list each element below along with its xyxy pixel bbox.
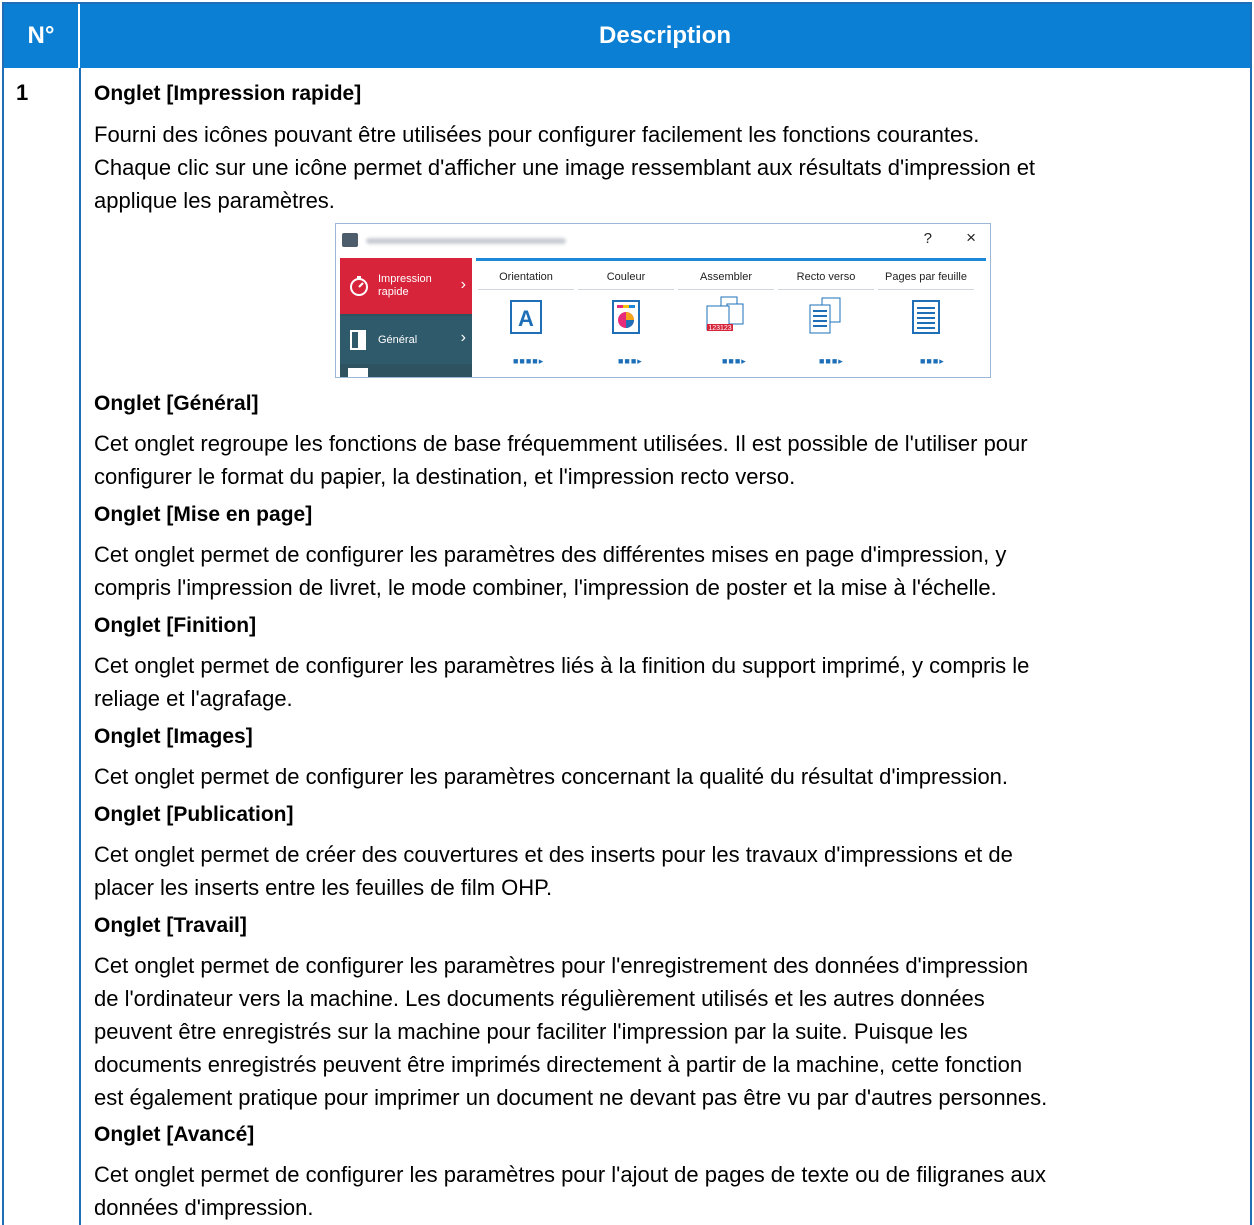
section-title: Onglet [Avancé] (94, 1123, 255, 1146)
option-recto-verso[interactable]: Recto verso (776, 271, 876, 340)
svg-text:123123: 123123 (708, 325, 731, 332)
sidebar-item-general[interactable]: Général › (340, 316, 472, 364)
sidebar-item-label: Général (378, 334, 418, 346)
section-title: Onglet [Images] (94, 725, 253, 748)
window-title-blurred (366, 238, 566, 244)
option-separator (778, 289, 874, 290)
section-line: Cet onglet permet de configurer les para… (94, 542, 1007, 567)
column-divider (79, 68, 81, 1225)
row-number: 1 (16, 80, 29, 105)
section-title: Onglet [Impression rapide] (94, 82, 362, 105)
quick-print-panel: Orientation A Couleur Assembler 123123 R… (476, 258, 986, 377)
option-label: Orientation (499, 271, 553, 283)
printer-icon (342, 233, 358, 247)
pages-per-sheet-icon (912, 300, 940, 334)
option-separator (478, 289, 574, 290)
option-separator (578, 289, 674, 290)
section-line: peuvent être enregistrés sur la machine … (94, 1019, 968, 1044)
carousel-dots-icon: ■■■▸ (819, 356, 844, 366)
section-line: compris l'impression de livret, le mode … (94, 575, 997, 600)
section-line: Cet onglet permet de configurer les para… (94, 1162, 1046, 1187)
option-label: Pages par feuille (885, 271, 967, 283)
section-line: reliage et l'agrafage. (94, 686, 293, 711)
close-button[interactable]: × (966, 228, 976, 248)
chevron-right-icon: › (460, 329, 466, 346)
option-label: Couleur (606, 271, 646, 283)
header-description: Description (598, 22, 732, 49)
sidebar-item-label: Impression rapide (378, 273, 432, 298)
window-titlebar: ? × (336, 224, 990, 258)
option-couleur[interactable]: Couleur (576, 271, 676, 339)
section-line: Cet onglet regroupe les fonctions de bas… (94, 431, 1028, 456)
duplex-icon (809, 297, 841, 334)
driver-screenshot: ? × Impression rapide › Général › Orient… (335, 223, 991, 378)
section-line: est également pratique pour imprimer un … (94, 1085, 1048, 1110)
carousel-dots-icon: ■■■■▸ (513, 356, 545, 366)
section-title: Onglet [Finition] (94, 614, 257, 637)
color-page-icon (612, 300, 640, 334)
section-line: placer les inserts entre les feuilles de… (94, 875, 553, 900)
page-icon (350, 330, 366, 350)
stopwatch-icon (350, 276, 368, 296)
chevron-right-icon: › (460, 276, 466, 293)
driver-sidebar: Impression rapide › Général › (340, 258, 472, 377)
section-title: Onglet [Général] (94, 392, 259, 415)
carousel-dots-icon: ■■■▸ (920, 356, 945, 366)
section-line: Cet onglet permet de configurer les para… (94, 764, 1009, 789)
option-assembler[interactable]: Assembler 123123 (676, 271, 776, 341)
section-title: Onglet [Mise en page] (94, 503, 313, 526)
section-title: Onglet [Publication] (94, 803, 294, 826)
help-button[interactable]: ? (924, 230, 932, 247)
option-pages-par-feuille[interactable]: Pages par feuille (876, 271, 976, 339)
sidebar-next-icon (348, 368, 368, 377)
description-table: N° Description 1 Onglet [Impression rapi… (2, 2, 1252, 1225)
sidebar-item-impression-rapide[interactable]: Impression rapide › (340, 258, 472, 314)
collate-icon: 123123 (706, 296, 744, 332)
option-separator (678, 289, 774, 290)
section-line: Cet onglet permet de configurer les para… (94, 653, 1030, 678)
section-line: de l'ordinateur vers la machine. Les doc… (94, 986, 985, 1011)
section-line: Fourni des icônes pouvant être utilisées… (94, 122, 980, 147)
section-line: données d'impression. (94, 1195, 314, 1220)
table-header: N° Description (4, 4, 1250, 68)
option-label: Recto verso (796, 271, 856, 283)
section-line: Chaque clic sur une icône permet d'affic… (94, 155, 1036, 180)
header-number: N° (4, 4, 80, 68)
section-line: applique les paramètres. (94, 188, 335, 213)
option-label: Assembler (700, 271, 752, 283)
option-orientation[interactable]: Orientation A (476, 271, 576, 339)
section-line: configurer le format du papier, la desti… (94, 464, 796, 489)
section-line: Cet onglet permet de configurer les para… (94, 953, 1029, 978)
option-separator (878, 289, 974, 290)
section-title: Onglet [Travail] (94, 914, 247, 937)
carousel-dots-icon: ■■■▸ (722, 356, 747, 366)
section-line: documents enregistrés peuvent être impri… (94, 1052, 1023, 1077)
section-line: Cet onglet permet de créer des couvertur… (94, 842, 1013, 867)
letter-a-icon: A (510, 300, 542, 334)
carousel-dots-icon: ■■■▸ (618, 356, 643, 366)
svg-text:A: A (518, 306, 534, 331)
